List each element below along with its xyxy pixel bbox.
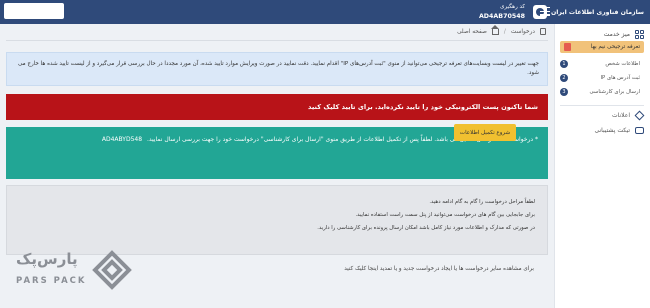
tracking-info: کد رهگیری AD4AB70548: [455, 2, 525, 22]
step-item-2[interactable]: ثبت آدرس های IP 2: [560, 71, 644, 85]
sidebar-sub-label: تعرفه ترجیحی نیم بها: [590, 44, 640, 50]
user-box[interactable]: [4, 3, 64, 19]
top-header: سازمان فناوری اطلاعات ایران کد رهگیری AD…: [0, 0, 650, 24]
sidebar-title[interactable]: میز خدمت: [604, 30, 644, 39]
sidebar-item-notifications[interactable]: اعلانات: [560, 110, 645, 121]
notifications-label: اعلانات: [612, 112, 630, 119]
pdf-icon: [564, 43, 571, 51]
step-list: اطلاعات شخص 1 ثبت آدرس های IP 2 ارسال بر…: [560, 57, 644, 99]
step-label: ارسال برای کارشناسی: [589, 89, 640, 95]
instruction-line: لطفاً مراحل درخواست را گام به گام ادامه …: [429, 199, 535, 205]
step-number: 2: [560, 74, 568, 82]
step-label: ثبت آدرس های IP: [600, 75, 641, 81]
email-verify-alert[interactable]: شما تاکنون پست الکترونیکی خود را تایید ن…: [6, 94, 548, 120]
start-completion-button[interactable]: شروع تکمیل اطلاعات: [454, 124, 516, 141]
other-requests-link[interactable]: برای مشاهده سایر درخواست ها یا ایجاد درخ…: [344, 266, 534, 272]
step-number: 1: [560, 60, 568, 68]
breadcrumb-separator: /: [503, 28, 506, 35]
watermark-en-text: PARS PACK: [16, 276, 87, 286]
breadcrumb-divider: [6, 40, 548, 41]
tracking-label: کد رهگیری: [500, 4, 525, 10]
breadcrumb-current: درخواست: [510, 28, 535, 35]
request-code: AD4ABYD548: [101, 136, 143, 143]
menu-toggle-icon[interactable]: [540, 7, 550, 17]
instruction-line: برای جابجایی بین گام های درخواست می‌توان…: [355, 212, 535, 218]
notifications-icon: [634, 110, 645, 121]
step-label: اطلاعات شخص: [605, 61, 640, 67]
sidebar-item-preferential-tariff[interactable]: تعرفه ترجیحی نیم بها: [560, 41, 644, 53]
brand-name: سازمان فناوری اطلاعات ایران: [551, 8, 644, 16]
instructions-panel: لطفاً مراحل درخواست را گام به گام ادامه …: [6, 185, 548, 255]
parspack-watermark: پارس‌پک PARS PACK: [6, 248, 136, 304]
sidebar-divider: [560, 105, 644, 106]
parspack-logo-icon: [92, 250, 132, 290]
breadcrumb-home[interactable]: صفحه اصلی: [457, 29, 487, 35]
document-icon: [540, 28, 546, 35]
sidebar-item-support[interactable]: تیکت پشتیبانی: [560, 127, 644, 134]
breadcrumb: درخواست / صفحه اصلی: [457, 24, 546, 35]
support-ticket-icon: [635, 127, 644, 134]
support-label: تیکت پشتیبانی: [594, 127, 630, 134]
step-item-3[interactable]: ارسال برای کارشناسی 3: [560, 85, 644, 99]
sidebar-title-label: میز خدمت: [603, 31, 630, 38]
watermark-fa-text: پارس‌پک: [16, 250, 78, 268]
dashboard-icon: [635, 30, 644, 39]
sidebar: میز خدمت تعرفه ترجیحی نیم بها اطلاعات شخ…: [554, 24, 650, 308]
tracking-code: AD4AB70548: [478, 13, 525, 20]
instruction-line: در صورتی که مدارک و اطلاعات مورد نیاز کا…: [317, 225, 535, 231]
step-number: 3: [560, 88, 568, 96]
info-alert: جهت تغییر در لیست وبسایت‌های تعرفه ترجیح…: [6, 52, 548, 86]
home-icon[interactable]: [490, 24, 499, 35]
step-item-1[interactable]: اطلاعات شخص 1: [560, 57, 644, 71]
